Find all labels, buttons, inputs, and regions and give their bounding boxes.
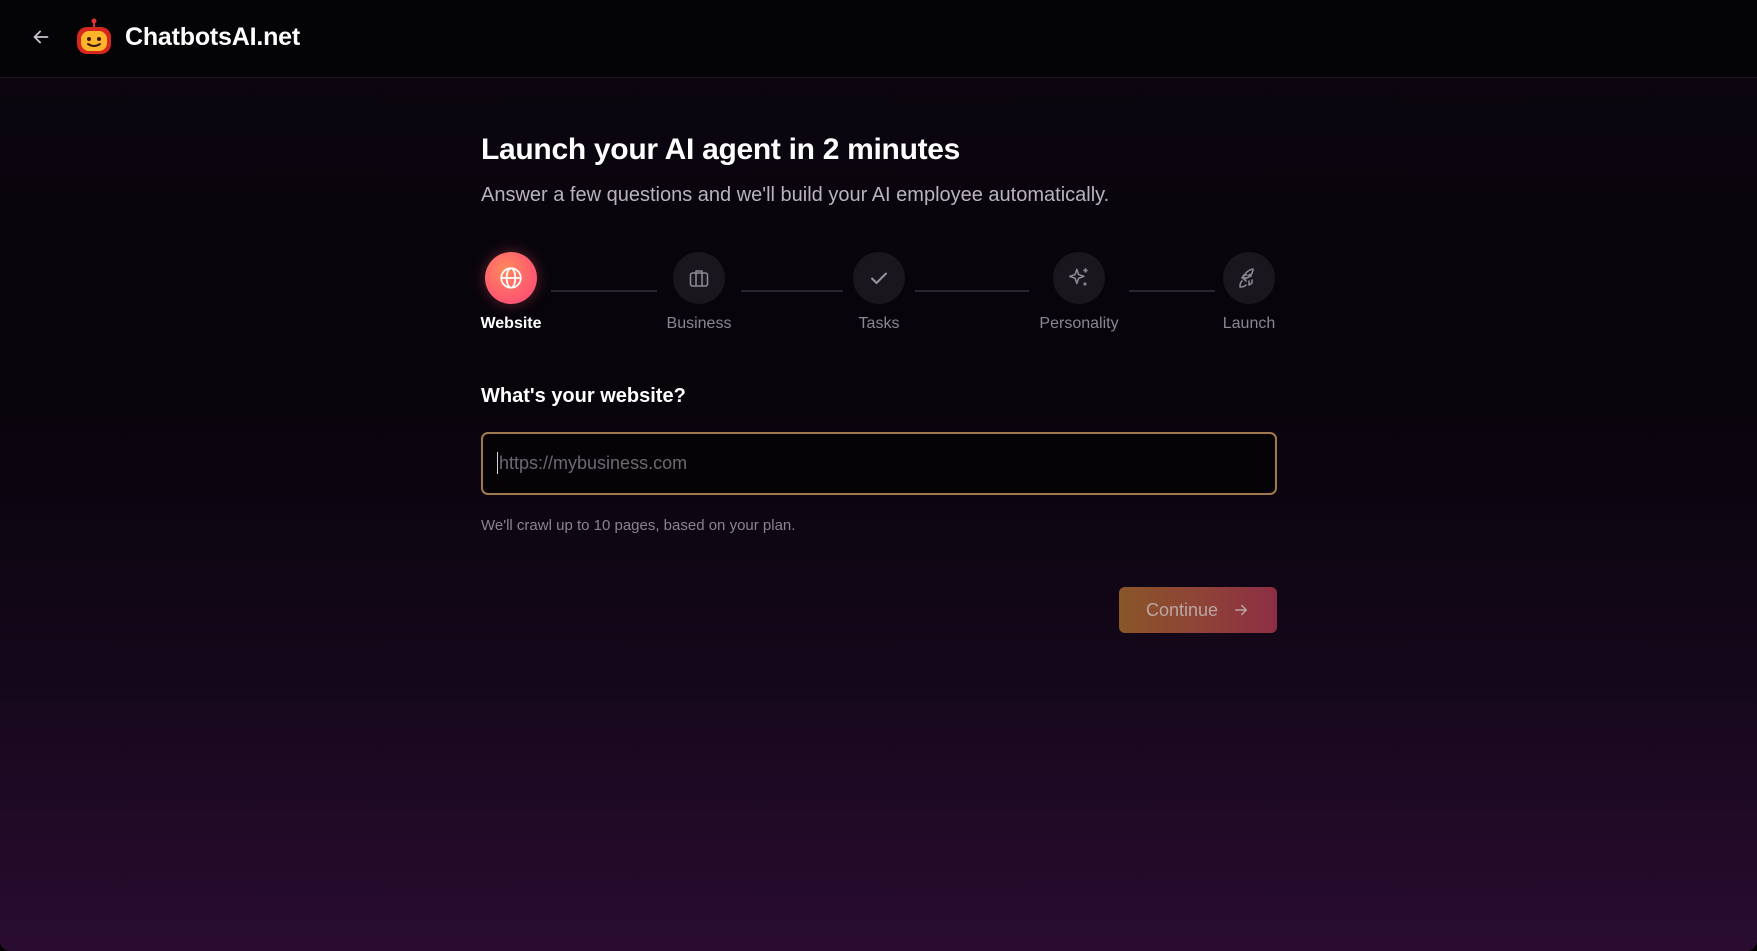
step-personality[interactable]: Personality <box>1035 252 1123 333</box>
continue-button[interactable]: Continue <box>1119 587 1277 633</box>
website-question: What's your website? <box>481 385 686 407</box>
robot-logo-icon <box>74 18 114 58</box>
app-window: ChatbotsAI.net Launch your AI agent in 2… <box>0 0 1757 951</box>
step-circle <box>853 252 905 304</box>
page-subtitle: Answer a few questions and we'll build y… <box>481 184 1110 206</box>
step-connector <box>1129 290 1215 292</box>
step-business[interactable]: Business <box>663 252 735 333</box>
step-label: Business <box>666 315 732 332</box>
back-button[interactable] <box>26 22 56 52</box>
brand-name: ChatbotsAI.net <box>125 23 300 51</box>
page-title: Launch your AI agent in 2 minutes <box>481 133 961 166</box>
arrow-left-icon <box>33 30 49 44</box>
progress-stepper: Website Business Tasks Personality Launc… <box>480 252 1277 342</box>
top-bar: ChatbotsAI.net <box>0 0 1757 78</box>
step-circle <box>1223 252 1275 304</box>
step-launch[interactable]: Launch <box>1221 252 1277 333</box>
step-connector <box>551 290 657 292</box>
step-label: Personality <box>1039 315 1119 332</box>
website-url-input[interactable] <box>481 432 1277 495</box>
step-connector <box>741 290 843 292</box>
sparkles-icon <box>1068 268 1088 286</box>
rocket-icon <box>1239 268 1254 288</box>
step-label: Website <box>480 315 542 332</box>
onboarding-form: Launch your AI agent in 2 minutes Answer… <box>480 130 1277 633</box>
step-label: Tasks <box>858 315 900 332</box>
step-tasks[interactable]: Tasks <box>849 252 909 333</box>
step-website[interactable]: Website <box>480 252 542 333</box>
step-circle <box>673 252 725 304</box>
arrow-right-icon <box>1235 604 1248 616</box>
step-circle <box>485 252 537 304</box>
globe-icon <box>500 267 522 289</box>
continue-label: Continue <box>1145 599 1219 620</box>
crawl-hint: We'll crawl up to 10 pages, based on you… <box>481 517 796 534</box>
check-icon <box>871 272 887 284</box>
text-caret <box>497 452 498 474</box>
briefcase-icon <box>689 270 709 287</box>
step-label: Launch <box>1222 315 1276 332</box>
step-connector <box>915 290 1029 292</box>
step-circle <box>1053 252 1105 304</box>
